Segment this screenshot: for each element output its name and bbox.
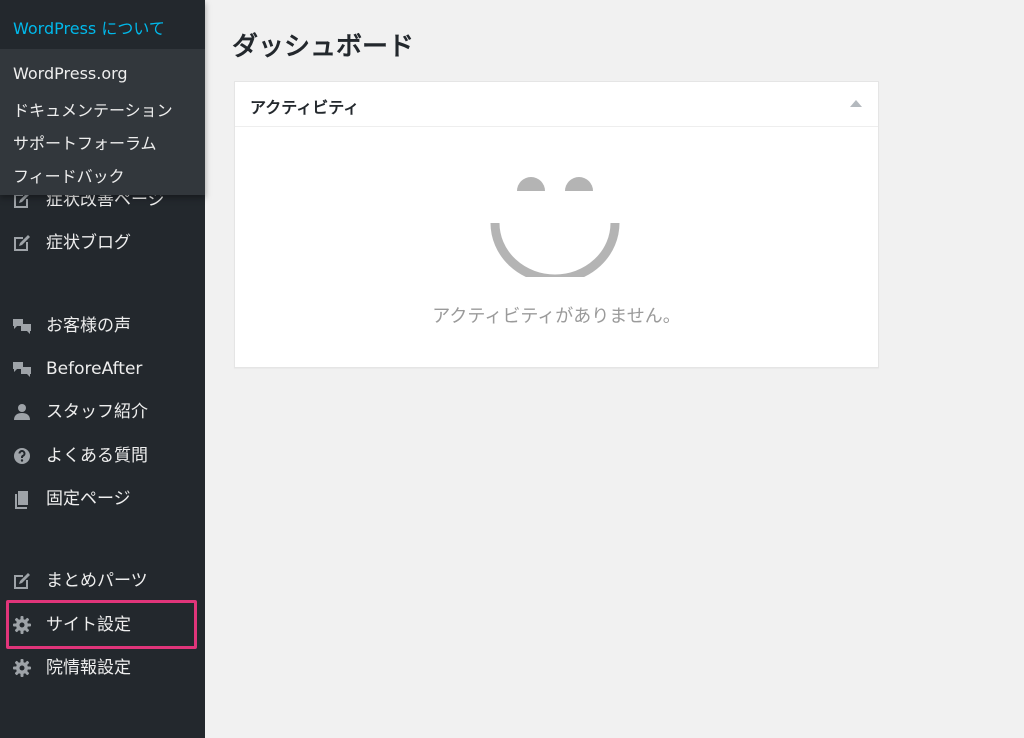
- wordpress-about-menu: WordPress について WordPress.org ドキュメンテーション …: [0, 0, 205, 195]
- sidebar-item-faq[interactable]: よくある質問: [0, 437, 205, 475]
- question-icon: [14, 448, 30, 464]
- activity-empty-message: アクティビティがありません。: [432, 306, 681, 327]
- feedback-link[interactable]: フィードバック: [13, 163, 125, 187]
- sidebar-item-label: スタッフ紹介: [46, 402, 148, 422]
- sidebar-item-label: お客様の声: [46, 316, 131, 336]
- edit-icon: [14, 573, 30, 589]
- documentation-link[interactable]: ドキュメンテーション: [13, 97, 173, 121]
- sidebar-item-staff[interactable]: スタッフ紹介: [0, 393, 205, 431]
- activity-panel-header[interactable]: アクティビティ: [235, 82, 878, 127]
- sidebar-item-label: 症状ブログ: [46, 233, 131, 253]
- sidebar-item-clinic-settings[interactable]: 院情報設定: [0, 649, 205, 687]
- page-title: ダッシュボード: [232, 32, 415, 62]
- activity-panel: アクティビティ アクティビティがありません。: [234, 81, 879, 368]
- sidebar-item-customer-voice[interactable]: お客様の声: [0, 307, 205, 345]
- collapse-toggle-icon[interactable]: [850, 100, 862, 107]
- admin-sidebar: 症状改善ページ 症状ブログ お客様の声 BeforeAfter スタッフ紹介 よ…: [0, 0, 205, 738]
- comments-icon: [13, 319, 31, 334]
- sidebar-item-label: よくある質問: [46, 446, 148, 466]
- sidebar-item-beforeafter[interactable]: BeforeAfter: [0, 350, 205, 388]
- activity-panel-title: アクティビティ: [250, 98, 360, 117]
- sidebar-item-summary-parts[interactable]: まとめパーツ: [0, 562, 205, 600]
- smiley-icon: [490, 177, 620, 277]
- user-icon: [14, 404, 30, 420]
- edit-icon: [14, 235, 30, 251]
- gear-icon: [13, 659, 31, 677]
- page-icon: [15, 491, 28, 509]
- sidebar-item-label: BeforeAfter: [46, 359, 143, 379]
- sidebar-item-symptom-blog[interactable]: 症状ブログ: [0, 224, 205, 262]
- support-forum-link[interactable]: サポートフォーラム: [13, 130, 157, 154]
- wordpress-org-link[interactable]: WordPress.org: [13, 64, 128, 83]
- sidebar-item-pages[interactable]: 固定ページ: [0, 480, 205, 518]
- sidebar-item-label: 固定ページ: [46, 489, 131, 509]
- sidebar-item-label: まとめパーツ: [46, 571, 148, 591]
- comments-icon: [13, 362, 31, 377]
- highlight-box: [6, 600, 197, 649]
- wordpress-about-header: WordPress について: [0, 0, 205, 49]
- wordpress-about-link[interactable]: WordPress について: [13, 15, 165, 39]
- sidebar-item-label: 院情報設定: [46, 658, 131, 678]
